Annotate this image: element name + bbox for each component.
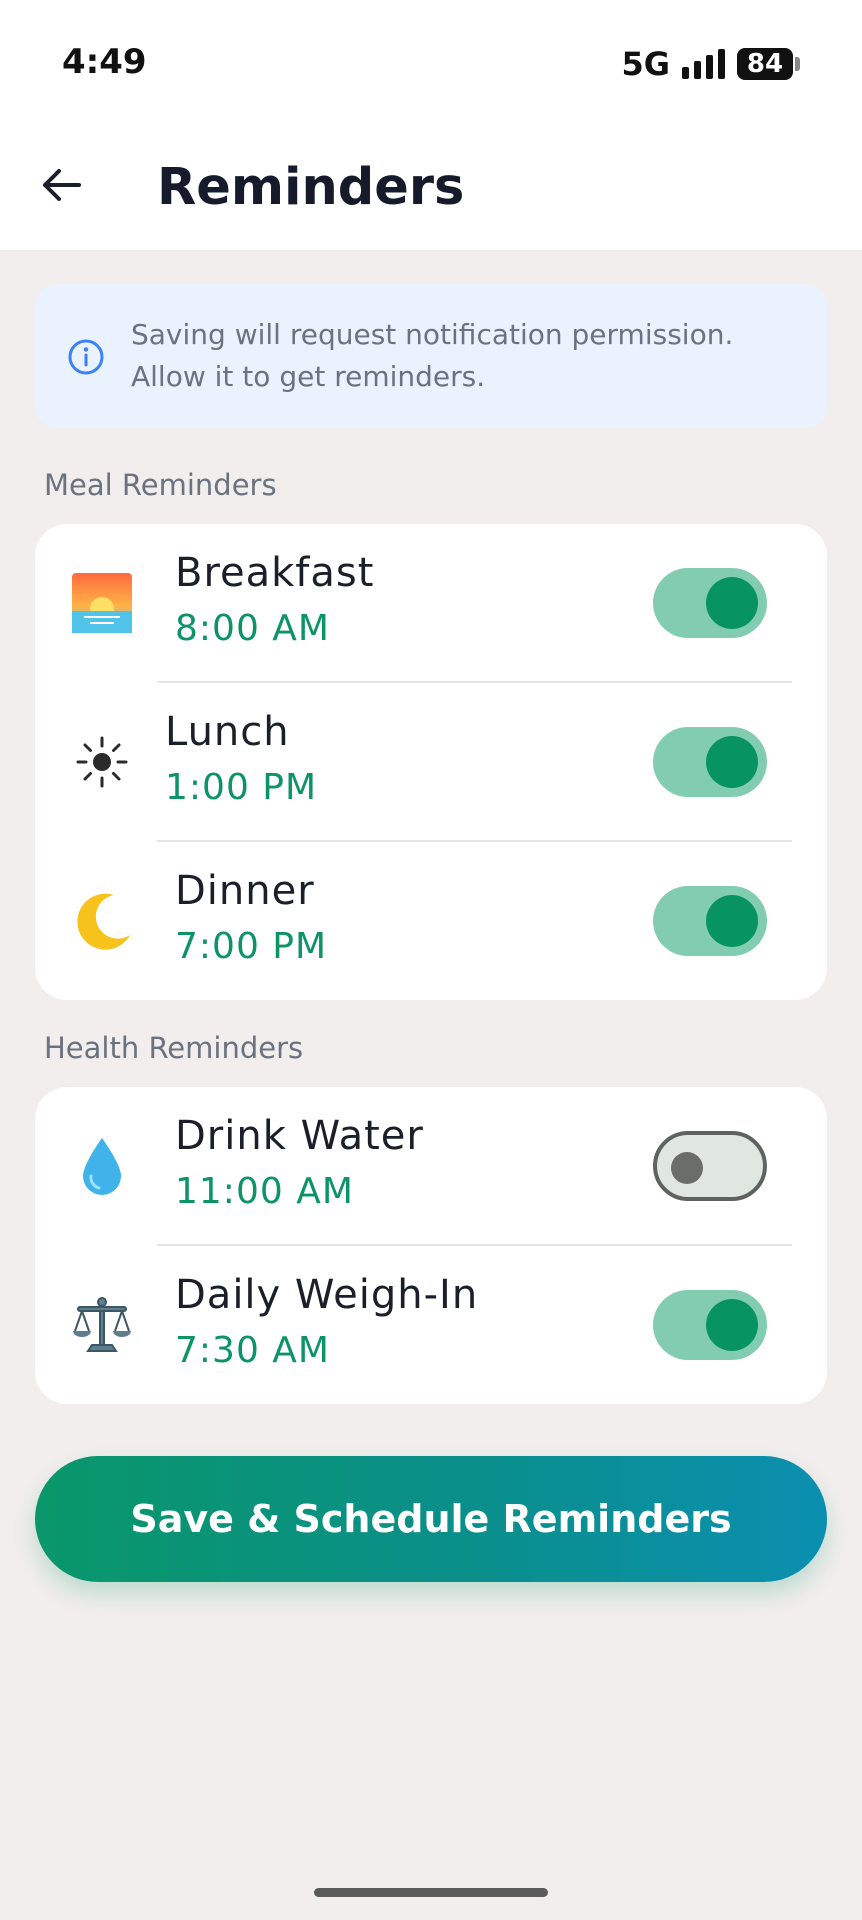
reminder-name: Breakfast bbox=[175, 550, 375, 596]
drink-water-toggle[interactable] bbox=[653, 1131, 767, 1201]
reminder-name: Drink Water bbox=[175, 1113, 424, 1159]
list-item-dinner: Dinner 7:00 PM bbox=[35, 842, 827, 1001]
meal-section-label: Meal Reminders bbox=[44, 468, 277, 502]
list-item-drink-water: Drink Water 11:00 AM bbox=[35, 1087, 827, 1246]
arrow-left-icon bbox=[43, 169, 81, 201]
breakfast-toggle[interactable] bbox=[653, 568, 767, 638]
health-reminders-card: Drink Water 11:00 AM Daily Weigh-In 7:30… bbox=[35, 1087, 827, 1404]
network-label: 5G bbox=[621, 45, 670, 83]
reminder-name: Daily Weigh-In bbox=[175, 1272, 479, 1318]
home-indicator[interactable] bbox=[314, 1888, 548, 1897]
reminder-time[interactable]: 7:30 AM bbox=[175, 1330, 330, 1371]
daily-weigh-in-toggle[interactable] bbox=[653, 1290, 767, 1360]
top-bar: 4:49 5G 84 Reminders bbox=[0, 0, 862, 250]
status-time: 4:49 bbox=[62, 42, 147, 82]
balance-scale-icon bbox=[69, 1292, 135, 1358]
status-icons: 5G 84 bbox=[621, 44, 800, 84]
dinner-toggle[interactable] bbox=[653, 886, 767, 956]
info-line-2: Allow it to get reminders. bbox=[131, 360, 486, 393]
reminder-time[interactable]: 7:00 PM bbox=[175, 926, 327, 967]
reminder-name: Lunch bbox=[165, 709, 290, 755]
lunch-toggle[interactable] bbox=[653, 727, 767, 797]
signal-icon bbox=[682, 49, 725, 79]
info-icon bbox=[68, 339, 104, 375]
save-schedule-button[interactable]: Save & Schedule Reminders bbox=[35, 1456, 827, 1582]
battery-icon: 84 bbox=[737, 48, 800, 80]
list-item-lunch: Lunch 1:00 PM bbox=[35, 683, 827, 842]
health-section-label: Health Reminders bbox=[44, 1031, 304, 1065]
reminder-name: Dinner bbox=[175, 868, 315, 914]
reminder-time[interactable]: 8:00 AM bbox=[175, 608, 330, 649]
back-button[interactable] bbox=[36, 160, 86, 210]
page-title: Reminders bbox=[157, 158, 465, 217]
reminder-time[interactable]: 1:00 PM bbox=[165, 767, 317, 808]
list-item-daily-weigh-in: Daily Weigh-In 7:30 AM bbox=[35, 1246, 827, 1405]
sun-icon bbox=[69, 729, 135, 795]
crescent-moon-icon bbox=[69, 888, 135, 954]
info-banner: Saving will request notification permiss… bbox=[35, 284, 827, 428]
sunrise-icon bbox=[69, 570, 135, 636]
reminder-time[interactable]: 11:00 AM bbox=[175, 1171, 354, 1212]
info-text: Saving will request notification permiss… bbox=[131, 314, 811, 398]
list-item-breakfast: Breakfast 8:00 AM bbox=[35, 524, 827, 683]
battery-level: 84 bbox=[737, 48, 793, 80]
info-line-1: Saving will request notification permiss… bbox=[131, 318, 734, 351]
droplet-icon bbox=[69, 1133, 135, 1199]
meal-reminders-card: Breakfast 8:00 AM Lunch 1:00 PM Dinner 7… bbox=[35, 524, 827, 1000]
